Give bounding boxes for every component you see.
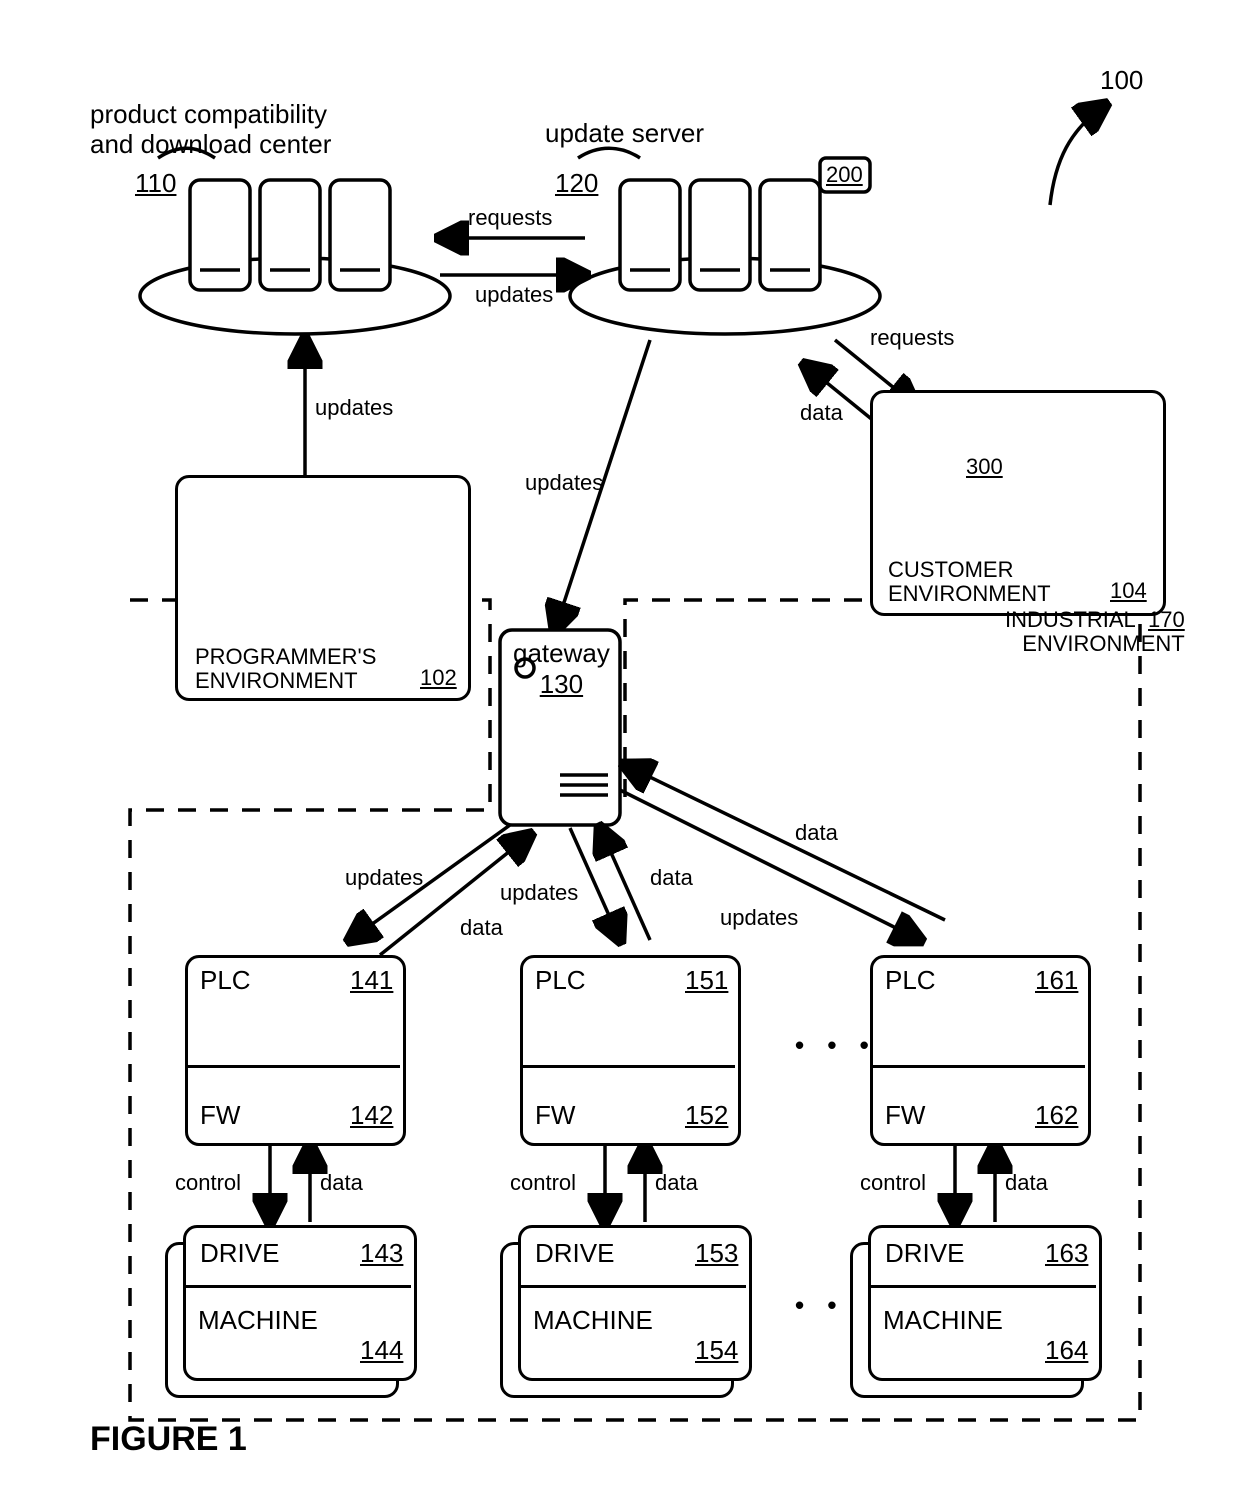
edge-control-3: control [860, 1170, 926, 1196]
pcdc-servers [190, 180, 390, 290]
plc1-label: PLC [200, 965, 251, 996]
drive2-ref: 153 [695, 1238, 738, 1269]
edge-requests-cust: requests [870, 325, 954, 351]
customer-env-label: CUSTOMER ENVIRONMENT [888, 558, 1051, 606]
edge-updates-plc2: updates [500, 880, 578, 906]
plc2-label: PLC [535, 965, 586, 996]
figure-canvas: 100 product compatibility and download c… [0, 0, 1240, 1492]
machine1-label: MACHINE [198, 1305, 318, 1336]
edge-data-cust: data [800, 400, 843, 426]
edge-requests-1: requests [468, 205, 552, 231]
customer-module: 300 [966, 454, 1003, 480]
machine3-label: MACHINE [883, 1305, 1003, 1336]
pcdc-ref: 110 [135, 168, 176, 199]
edge-data-plc2: data [650, 865, 693, 891]
edge-control-2: control [510, 1170, 576, 1196]
fw3-ref: 162 [1035, 1100, 1078, 1131]
machine1-ref: 144 [360, 1335, 403, 1366]
edge-control-1: control [175, 1170, 241, 1196]
edge-data-d2: data [655, 1170, 698, 1196]
drive2-label: DRIVE [535, 1238, 614, 1269]
edge-data-d1: data [320, 1170, 363, 1196]
fw1-label: FW [200, 1100, 240, 1131]
edge-updates-plc1: updates [345, 865, 423, 891]
update-server-ref: 120 [555, 168, 598, 199]
update-server-module: 200 [826, 162, 863, 188]
drive1-ref: 143 [360, 1238, 403, 1269]
plc2-ref: 151 [685, 965, 728, 996]
programmer-env-label: PROGRAMMER'S ENVIRONMENT [195, 645, 376, 693]
fw1-ref: 142 [350, 1100, 393, 1131]
update-server-label: update server [545, 118, 704, 149]
fw3-label: FW [885, 1100, 925, 1131]
machine2-ref: 154 [695, 1335, 738, 1366]
industrial-env-label: INDUSTRIAL 170 ENVIRONMENT [1005, 608, 1185, 656]
machine3-ref: 164 [1045, 1335, 1088, 1366]
plc1-ref: 141 [350, 965, 393, 996]
edge-updates-1: updates [475, 282, 553, 308]
fw2-label: FW [535, 1100, 575, 1131]
machine2-label: MACHINE [533, 1305, 653, 1336]
figure-label: FIGURE 1 [90, 1420, 247, 1459]
ellipsis-1: • • • [795, 1030, 877, 1061]
plc3-ref: 161 [1035, 965, 1078, 996]
edge-data-plc3: data [795, 820, 838, 846]
customer-env-ref: 104 [1110, 578, 1147, 604]
plc3-label: PLC [885, 965, 936, 996]
edge-updates-gw: updates [525, 470, 603, 496]
drive1-label: DRIVE [200, 1238, 279, 1269]
drive3-ref: 163 [1045, 1238, 1088, 1269]
edge-data-plc1: data [460, 915, 503, 941]
edge-data-d3: data [1005, 1170, 1048, 1196]
programmer-env-ref: 102 [420, 665, 457, 691]
fw2-ref: 152 [685, 1100, 728, 1131]
edge-updates-prog: updates [315, 395, 393, 421]
system-ref: 100 [1100, 65, 1143, 96]
edge-updates-plc3: updates [720, 905, 798, 931]
pcdc-label: product compatibility and download cente… [90, 100, 331, 160]
drive3-label: DRIVE [885, 1238, 964, 1269]
gateway-label: gateway 130 [513, 638, 610, 700]
